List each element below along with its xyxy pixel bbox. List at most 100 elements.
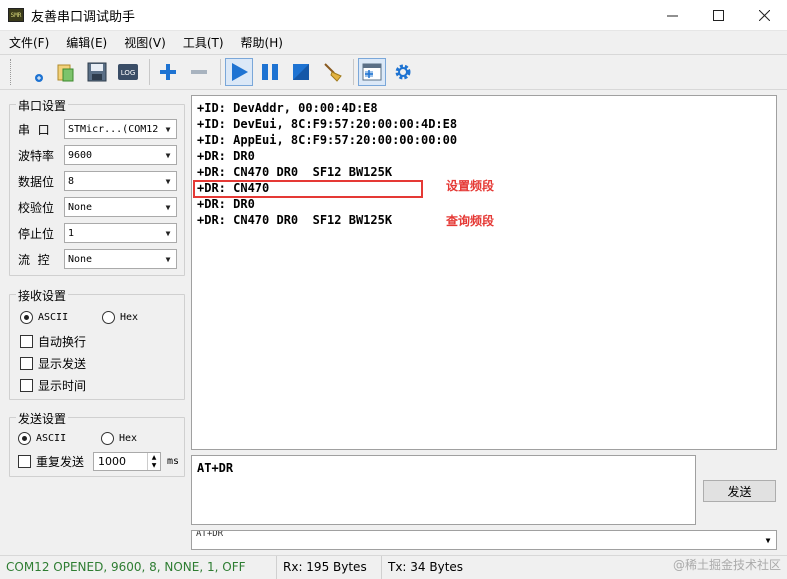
layout-button[interactable] [358, 58, 386, 86]
checkbox [20, 379, 33, 392]
rx-ascii-label: ASCII [38, 312, 69, 323]
maximize-button[interactable] [695, 0, 741, 31]
radio-checked [18, 432, 31, 445]
send-button[interactable]: 发送 [703, 480, 776, 502]
run-button[interactable] [225, 58, 253, 86]
parity-row: 校验位 None ▼ [18, 197, 177, 217]
rx-hex-radio[interactable]: Hex [102, 311, 138, 324]
baud-label: 波特率 [18, 148, 55, 163]
output-line: +DR: DR0 [197, 149, 255, 163]
play-icon [232, 63, 248, 81]
chevron-down-icon: ▼ [165, 254, 171, 264]
broom-icon [324, 63, 342, 82]
databits-label: 数据位 [18, 174, 55, 189]
window-title: 友善串口调试助手 [31, 9, 136, 25]
gear-icon [395, 64, 411, 80]
flow-label: 流 控 [18, 252, 50, 267]
output-line: +ID: DevEui, 8C:F9:57:20:00:00:4D:E8 [197, 117, 458, 131]
baud-select[interactable]: 9600 ▼ [64, 145, 177, 165]
parity-label: 校验位 [18, 200, 55, 215]
toolbar-separator [149, 59, 150, 85]
receive-settings-title: 接收设置 [16, 287, 69, 304]
show-time-label: 显示时间 [38, 379, 87, 393]
minimize-button[interactable] [649, 0, 695, 31]
tx-count: Tx: 34 Bytes [388, 560, 464, 574]
show-time-checkbox[interactable]: 显示时间 [20, 377, 86, 394]
checkbox [18, 455, 31, 468]
stopbits-select[interactable]: 1 ▼ [64, 223, 177, 243]
stop-icon [293, 64, 309, 80]
save-icon [87, 62, 107, 82]
auto-newline-label: 自动换行 [38, 335, 87, 349]
tx-hex-label: Hex [119, 433, 138, 444]
open-folder-icon [57, 64, 74, 82]
chevron-up-icon: ▲ [151, 453, 157, 461]
port-label: 串 口 [18, 122, 50, 137]
auto-newline-checkbox[interactable]: 自动换行 [20, 333, 86, 350]
maximize-icon [712, 10, 724, 21]
stopbits-row: 停止位 1 ▼ [18, 223, 177, 243]
menu-tools[interactable]: 工具(T) [174, 32, 232, 54]
chevron-down-icon: ▼ [165, 150, 171, 160]
set-band-annotation: 设置频段 [446, 179, 495, 193]
pause-icon [262, 64, 278, 80]
toolbar-grip[interactable] [10, 59, 13, 85]
settings-button[interactable] [389, 58, 417, 86]
close-button[interactable] [741, 0, 787, 31]
parity-select[interactable]: None ▼ [64, 197, 177, 217]
app-icon: SMR [8, 8, 24, 22]
checkbox [20, 335, 33, 348]
receive-output[interactable]: +ID: DevAddr, 00:00:4D:E8 +ID: DevEui, 8… [191, 95, 777, 450]
chevron-down-icon: ▼ [765, 535, 771, 545]
stopbits-label: 停止位 [18, 226, 55, 241]
remove-button[interactable] [185, 58, 213, 86]
show-send-checkbox[interactable]: 显示发送 [20, 355, 86, 372]
show-send-label: 显示发送 [38, 357, 87, 371]
plus-icon [160, 64, 176, 80]
new-file-icon [35, 74, 43, 82]
svg-text:LOG: LOG [121, 69, 136, 77]
menu-file[interactable]: 文件(F) [0, 32, 57, 54]
toolbar-separator [353, 59, 354, 85]
window-controls [649, 0, 787, 31]
minimize-icon [666, 15, 678, 17]
tx-hex-radio[interactable]: Hex [101, 432, 137, 445]
databits-row: 数据位 8 ▼ [18, 171, 177, 191]
menu-edit[interactable]: 编辑(E) [57, 32, 115, 54]
send-history-select[interactable]: AT+DR ▼ [191, 530, 777, 550]
flow-select[interactable]: None ▼ [64, 249, 177, 269]
output-line: +DR: DR0 [197, 197, 255, 211]
save-button[interactable] [83, 58, 111, 86]
watermark: @稀土掘金技术社区 [672, 558, 781, 572]
tx-ascii-label: ASCII [36, 433, 67, 444]
rx-hex-label: Hex [120, 312, 139, 323]
interval-spinner[interactable]: 1000 ▲ ▼ [93, 452, 161, 471]
repeat-send-checkbox[interactable]: 重复发送 [18, 453, 84, 470]
baud-row: 波特率 9600 ▼ [18, 145, 177, 165]
port-row: 串 口 STMicr...(COM12 ▼ [18, 119, 177, 139]
query-band-annotation: 查询频段 [446, 214, 495, 228]
spin-arrows[interactable]: ▲ ▼ [147, 453, 160, 470]
add-button[interactable] [154, 58, 182, 86]
chevron-down-icon: ▼ [165, 228, 171, 238]
rx-ascii-radio[interactable]: ASCII [20, 311, 68, 324]
checkbox [20, 357, 33, 370]
stop-button[interactable] [287, 58, 315, 86]
send-settings-group: 发送设置 ASCII Hex 重复发送 1000 ▲ ▼ ms [9, 410, 185, 477]
pause-button[interactable] [256, 58, 284, 86]
radio-unchecked [101, 432, 114, 445]
menu-help[interactable]: 帮助(H) [232, 32, 291, 54]
menu-view[interactable]: 视图(V) [115, 32, 174, 54]
stopbits-value: 1 [68, 227, 75, 239]
log-button[interactable]: LOG [114, 58, 142, 86]
databits-select[interactable]: 8 ▼ [64, 171, 177, 191]
flow-row: 流 控 None ▼ [18, 249, 177, 269]
clear-button[interactable] [318, 58, 346, 86]
open-button[interactable] [52, 58, 80, 86]
send-input[interactable]: AT+DR [191, 455, 696, 525]
receive-settings-group: 接收设置 ASCII Hex 自动换行 显示发送 显示时间 [9, 287, 185, 400]
tx-ascii-radio[interactable]: ASCII [18, 432, 66, 445]
minus-icon [191, 70, 207, 74]
port-select[interactable]: STMicr...(COM12 ▼ [64, 119, 177, 139]
new-button[interactable] [21, 58, 49, 86]
